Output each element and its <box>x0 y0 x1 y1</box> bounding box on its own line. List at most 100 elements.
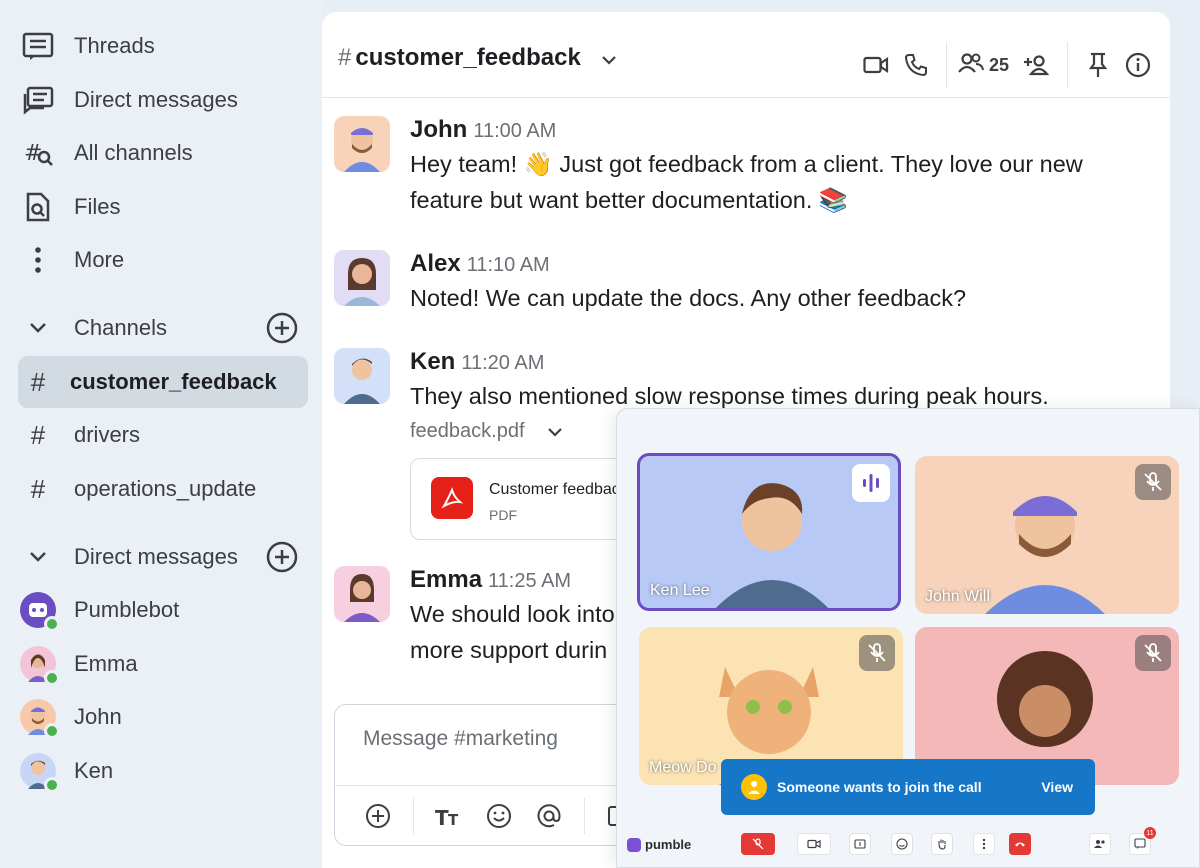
nav-files[interactable]: Files <box>18 185 308 229</box>
message-time: 11:25 AM <box>488 570 572 592</box>
channel-item-drivers[interactable]: # drivers <box>18 413 308 457</box>
message-input[interactable]: Message #marketing <box>363 727 558 751</box>
more-icon <box>18 240 58 280</box>
online-status-dot <box>44 777 60 793</box>
video-tile[interactable]: John Will <box>915 456 1179 614</box>
channel-item-customer-feedback[interactable]: # customer_feedback <box>18 356 308 408</box>
message-time: 11:20 AM <box>461 352 545 374</box>
message-time: 11:10 AM <box>466 254 550 276</box>
members-button[interactable]: 25 <box>957 52 1009 79</box>
dm-label: John <box>74 704 122 729</box>
sender-name[interactable]: Ken <box>410 348 455 375</box>
muted-mic-icon <box>752 838 764 850</box>
avatar <box>20 592 60 632</box>
sender-name[interactable]: John <box>410 116 467 143</box>
nav-direct-messages-label: Direct messages <box>74 87 238 112</box>
channels-section-label: Channels <box>74 315 167 340</box>
reactions-button[interactable] <box>891 833 913 855</box>
direct-messages-icon <box>18 80 58 120</box>
nav-threads-label: Threads <box>74 33 155 58</box>
video-tile[interactable]: Ken Lee <box>637 453 901 611</box>
nav-direct-messages[interactable]: Direct messages <box>18 78 308 122</box>
pumble-logo: pumble <box>627 837 691 852</box>
text-format-icon[interactable]: TT <box>434 801 464 831</box>
participants-button[interactable] <box>1089 833 1111 855</box>
camera-toggle-button[interactable] <box>797 833 831 855</box>
channel-title[interactable]: # customer_feedback <box>338 44 617 72</box>
raise-hand-button[interactable] <box>931 833 953 855</box>
online-status-dot <box>44 616 60 632</box>
svg-text:T: T <box>435 806 449 827</box>
chat-button[interactable]: 11 <box>1129 827 1156 855</box>
info-icon[interactable] <box>1118 45 1158 85</box>
avatar <box>20 646 60 686</box>
more-options-button[interactable] <box>973 833 995 855</box>
hang-up-icon <box>1015 842 1025 847</box>
pdf-icon <box>431 477 473 519</box>
all-channels-icon: # <box>18 133 58 173</box>
nav-threads[interactable]: Threads <box>18 24 308 68</box>
divider <box>413 797 414 834</box>
avatar <box>334 348 390 404</box>
end-call-button[interactable] <box>1009 833 1031 855</box>
mic-toggle-button[interactable] <box>741 833 775 855</box>
threads-icon <box>18 26 58 66</box>
nav-all-channels-label: All channels <box>74 140 193 165</box>
dm-item-john[interactable]: John <box>18 695 308 739</box>
dm-section-header[interactable]: Direct messages <box>18 535 308 579</box>
hash-icon: # <box>30 419 46 450</box>
channel-label: customer_feedback <box>70 369 277 394</box>
participant-name: Ken Lee <box>650 582 710 599</box>
message-text: We should look into more support durin <box>410 601 615 663</box>
pin-icon[interactable] <box>1078 45 1118 85</box>
channel-name: customer_feedback <box>355 44 581 71</box>
participant-name: Meow Do <box>649 759 717 776</box>
view-button[interactable]: View <box>1041 779 1073 795</box>
more-icon <box>982 838 986 850</box>
dm-item-emma[interactable]: Emma <box>18 642 308 686</box>
chevron-down-icon[interactable] <box>547 420 563 443</box>
add-channel-icon[interactable] <box>266 312 298 349</box>
chevron-down-icon[interactable] <box>18 551 58 563</box>
add-member-icon[interactable] <box>1017 45 1057 85</box>
chevron-down-icon[interactable] <box>601 44 617 72</box>
call-controls: pumble 11 <box>617 827 1200 865</box>
avatar <box>334 116 390 172</box>
dm-item-pumblebot[interactable]: Pumblebot <box>18 588 308 632</box>
join-request-toast: Someone wants to join the call View <box>721 759 1095 815</box>
sender-name[interactable]: Alex <box>410 250 461 277</box>
chevron-down-icon[interactable] <box>18 322 58 334</box>
channel-item-operations-update[interactable]: # operations_update <box>18 467 308 511</box>
plus-icon[interactable] <box>363 801 393 831</box>
channel-label: drivers <box>74 422 141 447</box>
avatar <box>334 566 390 622</box>
sidebar: Threads Direct messages # All channels F… <box>0 0 322 868</box>
dm-item-ken[interactable]: Ken <box>18 749 308 793</box>
sender-name[interactable]: Emma <box>410 566 482 593</box>
emoji-icon[interactable] <box>484 801 514 831</box>
members-icon <box>1094 840 1105 848</box>
nav-all-channels[interactable]: # All channels <box>18 131 308 175</box>
divider <box>1067 42 1068 88</box>
toast-message: Someone wants to join the call <box>777 779 982 795</box>
user-icon <box>741 774 767 800</box>
channels-section-header[interactable]: Channels <box>18 306 308 350</box>
avatar <box>334 250 390 306</box>
attachment-toggle[interactable]: feedback.pdf <box>410 420 563 443</box>
avatar <box>20 699 60 739</box>
share-screen-button[interactable] <box>849 833 871 855</box>
participant-name: John Will <box>925 588 990 605</box>
add-dm-icon[interactable] <box>266 541 298 578</box>
message-text: Hey team! 👋 Just got feedback from a cli… <box>410 151 1083 213</box>
member-count: 25 <box>988 54 1009 75</box>
dm-section-label: Direct messages <box>74 544 238 569</box>
attachment-title: Customer feedbac <box>489 481 620 498</box>
online-status-dot <box>44 723 60 739</box>
screen-share-icon <box>854 839 866 849</box>
nav-more[interactable]: More <box>18 238 308 282</box>
brand-name: pumble <box>645 837 692 852</box>
mention-icon[interactable] <box>534 801 564 831</box>
phone-icon[interactable] <box>896 45 936 85</box>
video-call-icon[interactable] <box>856 45 896 85</box>
svg-text:T: T <box>448 811 459 827</box>
